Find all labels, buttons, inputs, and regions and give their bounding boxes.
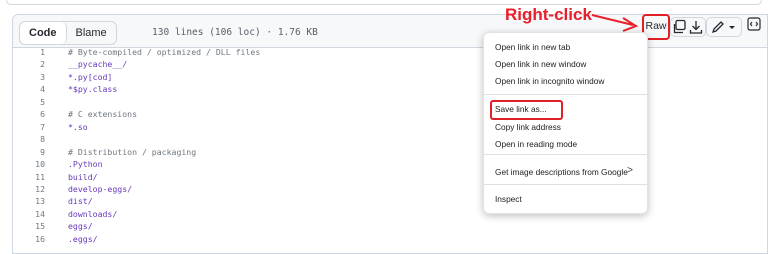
blame-tab[interactable]: Blame: [67, 22, 116, 44]
right-click-annotation: Right-click: [505, 5, 592, 24]
line-text: dist/: [68, 196, 93, 207]
line-number[interactable]: 7: [12, 122, 45, 132]
line-text: *.py[cod]: [68, 71, 113, 82]
line-number[interactable]: 13: [12, 196, 45, 206]
pencil-icon[interactable]: [710, 19, 726, 35]
line-text: # C extensions: [68, 109, 138, 120]
menu-separator: [484, 94, 647, 95]
line-text: __pycache__/: [68, 59, 128, 70]
line-text: .eggs/: [68, 233, 98, 244]
chevron-down-icon[interactable]: [726, 19, 738, 35]
symbols-button[interactable]: [746, 16, 762, 36]
line-number[interactable]: 11: [12, 172, 45, 182]
file-meta: 130 lines (106 loc) · 1.76 KB: [152, 27, 318, 38]
code-line: 6 # C extensions: [12, 109, 472, 121]
line-number[interactable]: 9: [12, 147, 45, 157]
line-number[interactable]: 10: [12, 159, 45, 169]
context-menu: Open link in new tab Open link in new wi…: [483, 32, 648, 214]
line-number[interactable]: 12: [12, 184, 45, 194]
code-line: 5: [12, 97, 472, 109]
line-number[interactable]: 8: [12, 134, 45, 144]
line-text: eggs/: [68, 221, 93, 232]
line-number[interactable]: 1: [12, 47, 45, 57]
code-line: 11 build/: [12, 172, 472, 184]
line-text: .Python: [68, 159, 103, 170]
top-border: [6, 0, 762, 5]
menu-open-new-window[interactable]: Open link in new window: [495, 59, 586, 69]
line-number[interactable]: 15: [12, 221, 45, 231]
menu-image-descriptions[interactable]: Get image descriptions from Google: [495, 167, 628, 177]
code-line: 1 # Byte-compiled / optimized / DLL files: [12, 47, 472, 59]
line-text: # Byte-compiled / optimized / DLL files: [68, 47, 261, 57]
code-line: 15 eggs/: [12, 221, 472, 233]
menu-save-link-as[interactable]: Save link as...: [495, 104, 547, 114]
line-number[interactable]: 16: [12, 234, 45, 244]
chevron-right-icon: >: [627, 165, 633, 176]
menu-open-reading-mode[interactable]: Open in reading mode: [495, 139, 577, 149]
line-text: build/: [68, 171, 98, 182]
menu-open-new-tab[interactable]: Open link in new tab: [495, 42, 570, 52]
code-line: 2 __pycache__/: [12, 59, 472, 71]
line-number[interactable]: 2: [12, 59, 45, 69]
menu-copy-link-address[interactable]: Copy link address: [495, 122, 561, 132]
line-number[interactable]: 14: [12, 209, 45, 219]
code-line: 16 .eggs/: [12, 234, 472, 246]
code-line: 9 # Distribution / packaging: [12, 147, 472, 159]
code-line: 12 develop-eggs/: [12, 184, 472, 196]
line-text: # Distribution / packaging: [68, 146, 197, 157]
line-number[interactable]: 5: [12, 97, 45, 107]
code-line: 10 .Python: [12, 159, 472, 171]
menu-inspect[interactable]: Inspect: [495, 194, 522, 204]
menu-separator: [484, 184, 647, 185]
code-line: 3 *.py[cod]: [12, 72, 472, 84]
copy-icon[interactable]: [672, 19, 688, 35]
code-square-icon: [747, 16, 761, 36]
code-tab[interactable]: Code: [20, 22, 67, 44]
menu-separator: [484, 154, 647, 155]
line-text: *$py.class: [68, 84, 118, 95]
copy-download-group: [670, 17, 706, 37]
code-line: 8: [12, 134, 472, 146]
download-icon[interactable]: [688, 19, 704, 35]
menu-open-incognito[interactable]: Open link in incognito window: [495, 76, 604, 86]
line-text: develop-eggs/: [68, 183, 133, 194]
code-line: 4 *$py.class: [12, 84, 472, 96]
line-number[interactable]: 4: [12, 84, 45, 94]
code-line: 7 *.so: [12, 122, 472, 134]
line-text: *.so: [68, 121, 88, 132]
annotation-arrow-icon: [591, 14, 639, 32]
line-text: downloads/: [68, 208, 118, 219]
line-number[interactable]: 6: [12, 109, 45, 119]
code-line: 13 dist/: [12, 196, 472, 208]
code-line: 14 downloads/: [12, 209, 472, 221]
line-number[interactable]: 3: [12, 72, 45, 82]
view-toggle: Code Blame: [19, 21, 117, 45]
edit-group: [706, 17, 742, 37]
